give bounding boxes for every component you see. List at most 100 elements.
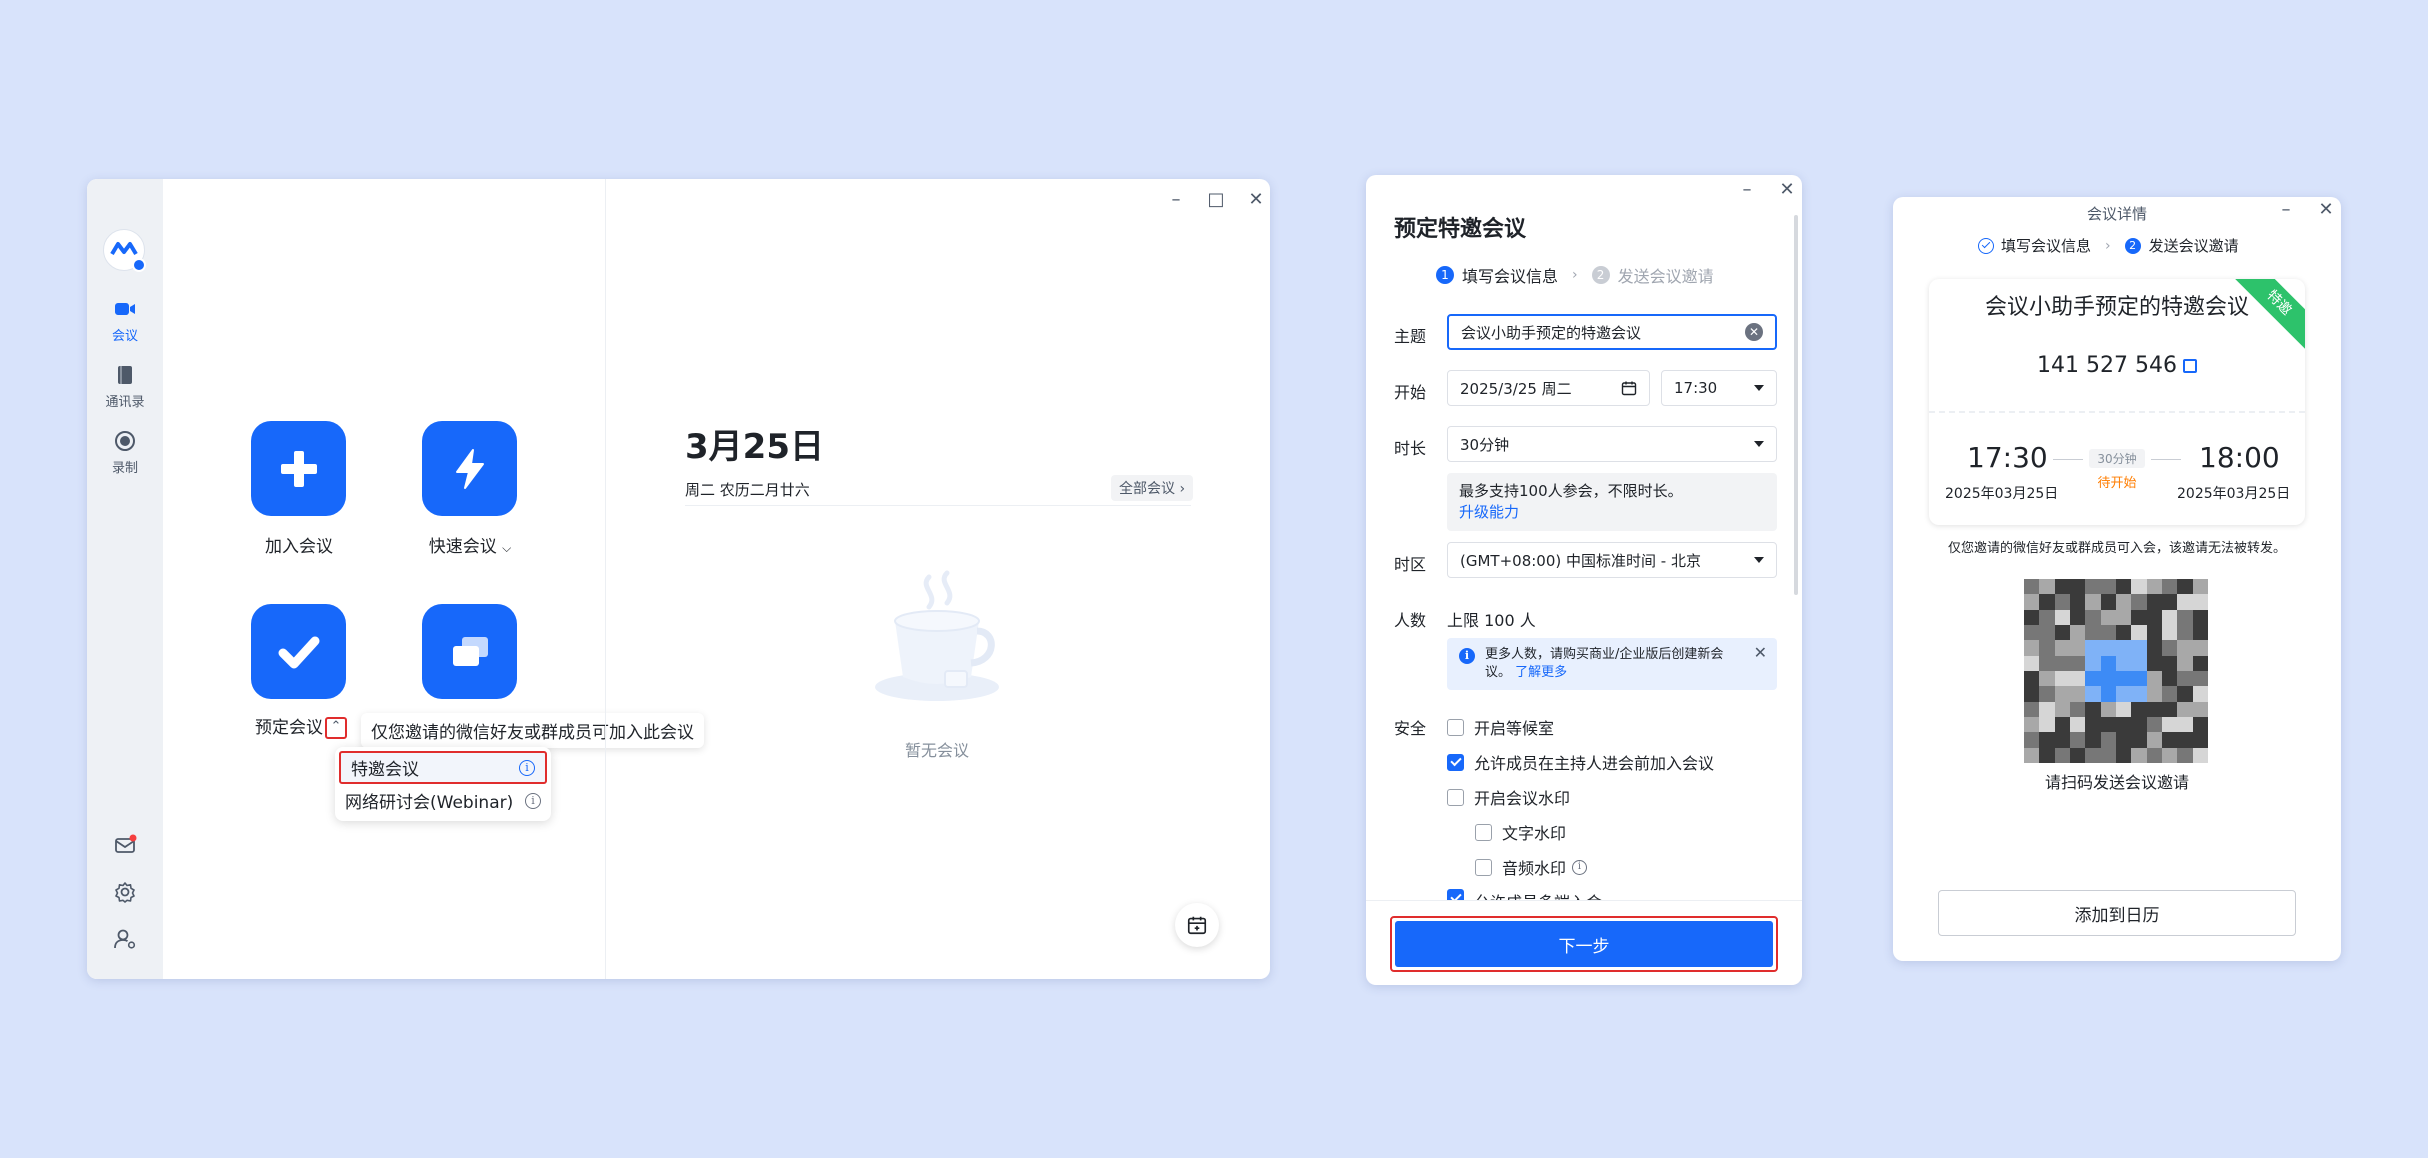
checkbox[interactable] <box>1475 823 1492 841</box>
meeting-card: 特邀 会议小助手预定的特邀会议 141 527 546 17:30 2025年0… <box>1929 279 2305 525</box>
qr-cell <box>2054 686 2070 702</box>
qr-cell <box>2100 594 2116 610</box>
qr-cell <box>2146 579 2162 595</box>
qr-cell <box>2146 686 2162 702</box>
qr-cell <box>2069 686 2086 702</box>
duration-select[interactable]: 30分钟 <box>1447 426 1777 462</box>
qr-cell <box>2039 609 2055 625</box>
qr-cell <box>2177 609 2193 625</box>
meeting-id: 141 527 546 <box>2037 353 2177 378</box>
info-icon[interactable]: i <box>525 792 541 809</box>
duration-badge: 30分钟 <box>2089 449 2145 468</box>
menu-item-special-invite[interactable]: 特邀会议 i <box>339 751 547 784</box>
check-icon <box>278 636 319 668</box>
maximize-icon[interactable]: □ <box>1207 189 1225 210</box>
gear-icon[interactable] <box>113 880 137 904</box>
qr-cell <box>2131 579 2147 595</box>
sidebar-item-recordings[interactable]: 录制 <box>87 429 163 476</box>
qr-cell <box>2131 670 2147 687</box>
info-icon[interactable]: i <box>1572 859 1588 875</box>
all-meetings-link[interactable]: 全部会议 › <box>1111 475 1194 501</box>
step-1-label: 填写会议信息 <box>2001 237 2092 255</box>
menu-item-webinar[interactable]: 网络研讨会(Webinar) i <box>335 784 551 817</box>
start-time: 17:30 <box>1967 441 2048 474</box>
add-to-calendar-button[interactable]: 添加到日历 <box>1938 890 2296 936</box>
text-watermark-checkbox[interactable]: 文字水印 <box>1475 820 1566 844</box>
sidebar-item-meetings[interactable]: 会议 <box>87 297 163 344</box>
next-button[interactable]: 下一步 <box>1395 921 1773 967</box>
join-before-host-checkbox[interactable]: 允许成员在主持人进会前加入会议 <box>1447 750 1714 774</box>
duration-note: 最多支持100人参会，不限时长。 升级能力 <box>1447 473 1777 531</box>
qr-cell <box>2069 579 2086 595</box>
qr-cell <box>2039 624 2055 641</box>
menu-item-label: 特邀会议 <box>351 760 419 780</box>
share-screen-button[interactable] <box>422 604 517 699</box>
copy-icon[interactable] <box>2182 359 2197 373</box>
start-time-select[interactable]: 17:30 <box>1661 370 1777 406</box>
checkbox-label: 允许成员多端入会 <box>1474 889 1602 900</box>
minimize-icon[interactable]: – <box>2277 199 2295 220</box>
mail-icon[interactable] <box>113 833 137 857</box>
minimize-icon[interactable]: – <box>1738 179 1756 200</box>
qr-cell <box>2161 732 2178 748</box>
qr-cell <box>2024 716 2040 733</box>
qr-cell <box>2100 670 2116 687</box>
close-icon[interactable]: ✕ <box>2317 199 2335 220</box>
waiting-room-checkbox[interactable]: 开启等候室 <box>1447 715 1554 739</box>
audio-watermark-checkbox[interactable]: 音频水印 i <box>1475 855 1588 879</box>
close-icon[interactable]: ✕ <box>1778 179 1796 200</box>
clear-icon[interactable]: ✕ <box>1745 323 1763 341</box>
sidebar-item-label: 会议 <box>111 329 138 344</box>
status-badge: 待开始 <box>2097 476 2137 491</box>
qr-cell <box>2054 655 2070 671</box>
qr-cell <box>2069 747 2086 763</box>
qr-cell <box>2024 624 2040 641</box>
qr-cell <box>2054 670 2070 687</box>
checkbox[interactable] <box>1447 753 1464 771</box>
qr-cell <box>2024 579 2040 595</box>
join-meeting-button[interactable] <box>251 421 346 516</box>
learn-more-link[interactable]: 了解更多 <box>1515 665 1567 680</box>
topic-input[interactable]: 会议小助手预定的特邀会议 ✕ <box>1447 314 1777 350</box>
window-controls: – ✕ <box>2277 199 2335 220</box>
close-icon[interactable]: ✕ <box>1754 644 1767 662</box>
quick-meeting-label[interactable]: 快速会议 ⌵ <box>400 532 540 557</box>
qr-cell <box>2085 670 2101 687</box>
checkbox[interactable] <box>1447 788 1464 806</box>
minimize-icon[interactable]: – <box>1167 189 1185 210</box>
user-settings-icon[interactable] <box>113 927 137 951</box>
qr-cell <box>2192 579 2208 595</box>
schedule-dropdown-toggle[interactable]: ⌃ <box>325 717 347 739</box>
qr-cell <box>2146 716 2162 733</box>
calendar-icon <box>1621 381 1637 396</box>
qr-cell <box>2131 624 2147 641</box>
qr-cell <box>2024 686 2040 702</box>
qr-cell <box>2024 747 2040 763</box>
multi-device-checkbox[interactable]: 允许成员多端入会 <box>1447 889 1602 900</box>
upgrade-link[interactable]: 升级能力 <box>1459 503 1519 521</box>
qr-cell <box>2100 579 2116 595</box>
duration-line-left <box>2053 459 2083 460</box>
schedule-meeting-button[interactable] <box>251 604 346 699</box>
qr-cell <box>2131 686 2147 702</box>
qr-cell <box>2039 686 2055 702</box>
sidebar-item-contacts[interactable]: 通讯录 <box>87 363 163 410</box>
qr-cell <box>2177 640 2193 656</box>
avatar[interactable] <box>103 229 146 272</box>
all-meetings-label: 全部会议 <box>1119 481 1175 497</box>
checkbox[interactable] <box>1447 718 1464 736</box>
close-icon[interactable]: ✕ <box>1247 189 1265 210</box>
timezone-select[interactable]: (GMT+08:00) 中国标准时间 - 北京 <box>1447 542 1777 578</box>
quick-meeting-button[interactable] <box>422 421 517 516</box>
qr-cell <box>2192 732 2208 748</box>
start-date-picker[interactable]: 2025/3/25 周二 <box>1447 370 1650 406</box>
qr-cell <box>2085 579 2101 595</box>
qr-cell <box>2161 686 2178 702</box>
quick-meeting-text: 快速会议 <box>428 537 497 557</box>
checkbox[interactable] <box>1475 858 1492 876</box>
add-to-calendar-fab[interactable] <box>1175 903 1219 947</box>
scrollbar[interactable] <box>1794 215 1798 595</box>
info-icon[interactable]: i <box>519 759 535 776</box>
checkbox[interactable] <box>1447 889 1464 900</box>
watermark-checkbox[interactable]: 开启会议水印 <box>1447 785 1570 809</box>
